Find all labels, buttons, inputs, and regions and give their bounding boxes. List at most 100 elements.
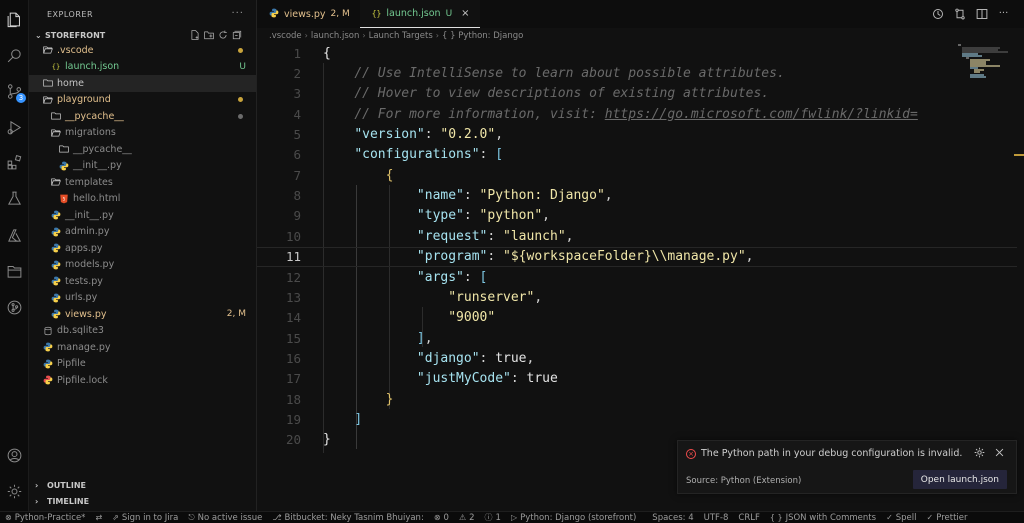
status-remote-indicator[interactable]: ⊗ Python-Practice* [0,512,90,523]
code-line[interactable]: 13 "runserver", [257,287,1017,307]
open-launch-json-button[interactable]: Open launch.json [912,470,1007,489]
tree-file[interactable]: db.sqlite3 [29,323,256,340]
code-line[interactable]: 2 // Use IntelliSense to learn about pos… [257,63,1017,83]
code-line[interactable]: 19 ] [257,409,1017,429]
status-encoding[interactable]: UTF-8 [699,512,734,523]
status-spell-checker[interactable]: ✓ Spell [881,512,921,523]
testing-icon[interactable] [5,189,23,207]
project-section-header[interactable]: ⌄ STOREFRONT [29,28,256,42]
code-line[interactable]: 8 "name": "Python: Django", [257,185,1017,205]
tree-folder[interactable]: templates [29,174,256,191]
tree-file[interactable]: tests.py [29,273,256,290]
breadcrumb-item[interactable]: .vscode [269,31,302,41]
status-prettier-status[interactable]: ✓ Prettier [922,512,973,523]
breadcrumb-item[interactable]: Launch Targets [369,31,433,41]
tree-file[interactable]: apps.py [29,240,256,257]
tree-file[interactable]: manage.py [29,339,256,356]
code-line[interactable]: 1{ [257,43,1017,63]
open-changes-icon[interactable] [953,7,966,20]
tree-file[interactable]: models.py [29,257,256,274]
azure-icon[interactable] [5,226,23,244]
tree-file[interactable]: Pipfile [29,356,256,373]
code-line[interactable]: 17 "justMyCode": true [257,369,1017,389]
line-number: 1 [293,45,301,61]
remote-explorer-icon[interactable] [5,262,23,280]
tree-file[interactable]: views.py 2, M [29,306,256,323]
new-file-icon[interactable] [190,29,200,40]
more-actions-icon[interactable]: ··· [231,8,244,19]
tree-file[interactable]: admin.py [29,224,256,241]
timeline-section-header[interactable]: › TIMELINE [29,493,257,509]
tree-file[interactable]: __init__.py [29,158,256,175]
code-line[interactable]: 15 ], [257,328,1017,348]
code-editor[interactable]: 1{2 // Use IntelliSense to learn about p… [257,43,1024,463]
run-debug-icon[interactable] [5,118,23,136]
account-icon[interactable] [5,446,23,464]
status-language-mode[interactable]: { } JSON with Comments [765,512,881,523]
timeline-history-icon[interactable] [931,7,944,20]
tree-folder[interactable]: __pycache__ [29,108,256,125]
status-debug-config[interactable]: ▷ Python: Django (storefront) [506,512,641,523]
tree-file[interactable]: {} launch.json U [29,59,256,76]
explorer-icon[interactable] [5,10,23,28]
python-file-icon [51,243,61,253]
code-link[interactable]: https://go.microsoft.com/fwlink/?linkid= [605,107,918,122]
tree-folder[interactable]: migrations [29,125,256,142]
tree-folder[interactable]: __pycache__ [29,141,256,158]
folder-open-icon [51,128,61,138]
tab-launch-json[interactable]: {} launch.json U × [359,0,480,28]
status-bar: ⊗ Python-Practice* ⇄ ⇗ Sign in to Jira ⎋ No ac… [0,511,1024,523]
breadcrumb-item[interactable]: { } Python: Django [442,31,523,41]
code-line[interactable]: 11 "program": "${workspaceFolder}\\manag… [257,246,1017,267]
tree-item-label: launch.json [65,61,120,73]
outline-section-header[interactable]: › OUTLINE [29,477,257,493]
code-line[interactable]: 3 // Hover to view descriptions of exist… [257,84,1017,104]
status-line-ending[interactable]: CRLF [733,512,764,523]
code-line[interactable]: 12 "args": [ [257,267,1017,287]
code-line[interactable]: 7 { [257,165,1017,185]
settings-gear-icon[interactable] [5,482,23,500]
close-icon[interactable]: × [461,8,469,19]
tree-folder[interactable]: .vscode [29,42,256,59]
line-number: 17 [285,371,301,387]
code-line[interactable]: 4 // For more information, visit: https:… [257,104,1017,124]
close-icon[interactable] [994,447,1006,459]
tree-item-label: __pycache__ [65,110,124,122]
status-icon: ⚠ [458,513,467,522]
refresh-icon[interactable] [218,29,228,40]
tab-views-py[interactable]: views.py 2, M [257,0,360,28]
status-errors-count[interactable]: ⊗ 0 [429,512,454,523]
extensions-icon[interactable] [5,153,23,171]
gitlens-icon[interactable] [5,298,23,316]
status-bitbucket-account[interactable]: ⎇ Bitbucket: Neky Tasnim Bhuiyan: [267,512,429,523]
status-warnings-count[interactable]: ⚠ 2 [454,512,480,523]
tree-folder[interactable]: home [29,75,256,92]
new-folder-icon[interactable] [204,29,214,40]
breadcrumb-item[interactable]: launch.json [311,31,360,41]
code-line[interactable]: 5 "version": "0.2.0", [257,124,1017,144]
status-jira-issue[interactable]: ⎋ No active issue [183,512,267,523]
gear-icon[interactable] [974,447,986,459]
source-control-icon[interactable]: 3 [5,82,26,103]
tree-file[interactable]: urls.py [29,290,256,307]
search-icon[interactable] [5,46,23,64]
code-line[interactable]: 14 "9000" [257,308,1017,328]
code-line[interactable]: 6 "configurations": [ [257,145,1017,165]
status-jira-sign-in[interactable]: ⇗ Sign in to Jira [107,512,183,523]
tree-file[interactable]: Pipfile.lock [29,372,256,389]
code-line[interactable]: 9 "type": "python", [257,206,1017,226]
status-sync-indicator[interactable]: ⇄ [90,512,107,523]
tree-folder[interactable]: playground [29,92,256,109]
code-line[interactable]: 16 "django": true, [257,348,1017,368]
minimap[interactable] [956,43,1008,83]
more-actions-icon[interactable]: ··· [997,7,1010,20]
status-indentation[interactable]: Spaces: 4 [647,512,698,523]
split-editor-icon[interactable] [975,7,988,20]
line-number: 5 [293,127,301,143]
tree-file[interactable]: 5 hello.html [29,191,256,208]
status-info-count[interactable]: ⓘ 1 [480,512,506,523]
collapse-all-icon[interactable] [232,29,242,40]
code-line[interactable]: 10 "request": "launch", [257,226,1017,246]
tree-file[interactable]: __init__.py [29,207,256,224]
code-line[interactable]: 18 } [257,389,1017,409]
